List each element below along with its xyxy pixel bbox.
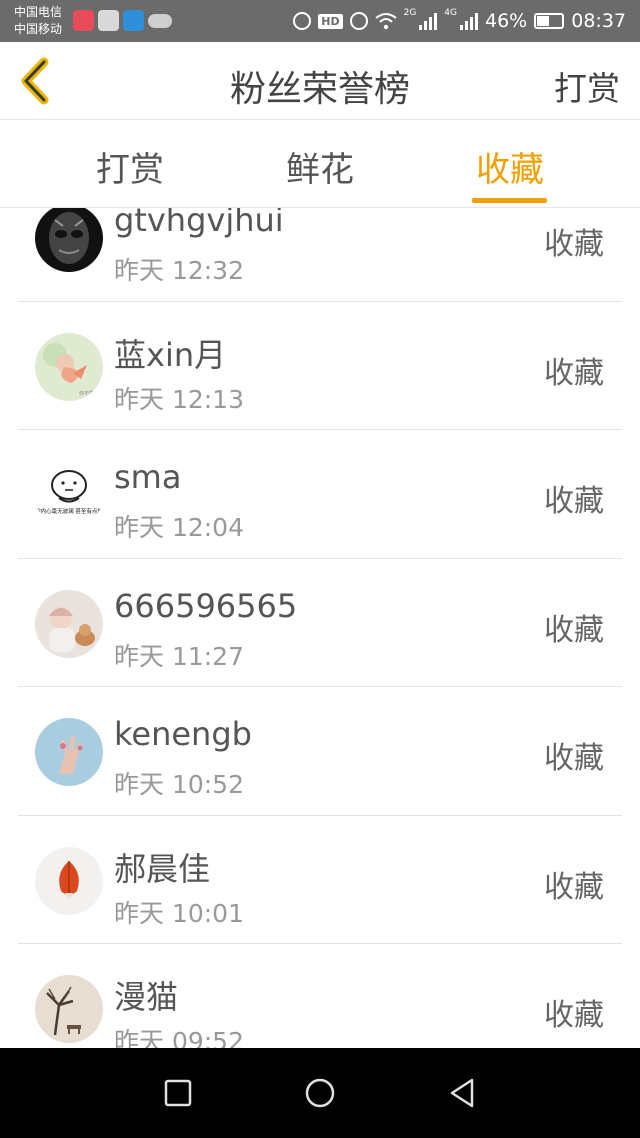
battery-percent: 46% <box>485 10 528 32</box>
tab-favorites[interactable]: 收藏 <box>445 142 575 191</box>
tab-bar: 打赏 鲜花 收藏 <box>0 120 640 208</box>
system-nav-bar <box>0 1048 640 1138</box>
battery-icon <box>534 13 565 29</box>
user-name: sma <box>114 458 182 496</box>
list-item[interactable]: kenengb 昨天 10:52 收藏 <box>18 687 622 816</box>
timestamp: 昨天 12:32 <box>114 256 244 285</box>
list-item[interactable]: 我的内心毫无波澜 甚至有点想笑 sma 昨天 12:04 收藏 <box>18 430 622 559</box>
signal-icon <box>460 12 478 30</box>
recent-apps-button[interactable] <box>160 1075 196 1111</box>
notification-icons <box>73 10 172 31</box>
user-name: 蓝xin月 <box>114 335 227 374</box>
list-item[interactable]: 漫猫 昨天 09:52 收藏 <box>18 944 622 1048</box>
home-button[interactable] <box>302 1075 338 1111</box>
timestamp: 昨天 11:27 <box>114 641 244 671</box>
tab-flowers[interactable]: 鲜花 <box>255 142 385 191</box>
user-name: kenengb <box>114 715 252 753</box>
network-4g-label: 4G <box>444 8 457 18</box>
list-item[interactable]: gtvhgvjhui 昨天 12:32 收藏 <box>18 208 622 302</box>
app-notification-icon <box>123 10 144 31</box>
eye-icon <box>349 12 368 30</box>
avatar <box>35 846 103 915</box>
action-label: 收藏 <box>544 355 604 391</box>
carrier-1: 中国电信 <box>14 5 63 19</box>
avatar <box>35 718 103 786</box>
status-bar: 中国电信 中国移动 HD 2G 4G 46% 08:37 <box>0 0 640 42</box>
avatar-text: 你不懂美 <box>79 390 99 397</box>
avatar-text: 我的内心毫无波澜 甚至有点想笑 <box>35 507 103 515</box>
page-title: 粉丝荣誉榜 <box>229 69 410 110</box>
avatar <box>35 589 103 658</box>
avatar: 你不懂美 <box>35 332 103 401</box>
clock: 08:37 <box>571 10 626 32</box>
timestamp: 昨天 10:01 <box>114 898 244 928</box>
action-label: 收藏 <box>544 612 604 648</box>
list-item[interactable]: 你不懂美 蓝xin月 昨天 12:13 收藏 <box>18 302 622 430</box>
app-notification-icon <box>73 10 94 31</box>
fan-list[interactable]: gtvhgvjhui 昨天 12:32 收藏 你不懂美 蓝xin月 昨天 12:… <box>0 208 640 1048</box>
action-label: 收藏 <box>544 869 604 905</box>
list-item[interactable]: 郝晨佳 昨天 10:01 收藏 <box>18 816 622 944</box>
system-status: HD 2G 4G 46% 08:37 <box>293 8 626 34</box>
active-tab-indicator <box>472 198 547 203</box>
cloud-icon <box>148 14 172 28</box>
tab-reward[interactable]: 打赏 <box>65 142 195 191</box>
action-label: 收藏 <box>544 741 604 776</box>
alarm-icon <box>293 12 312 30</box>
signal-icon <box>419 12 438 30</box>
user-name: 漫猫 <box>114 978 179 1016</box>
app-header: 粉丝荣誉榜 打赏 <box>0 42 640 120</box>
timestamp: 昨天 09:52 <box>114 1027 244 1048</box>
square-icon <box>164 1079 192 1107</box>
app-notification-icon <box>98 10 119 31</box>
user-name: 666596565 <box>114 586 298 625</box>
carrier-info: 中国电信 中国移动 <box>14 4 62 38</box>
circle-icon <box>305 1078 335 1108</box>
wifi-icon <box>374 13 397 30</box>
avatar <box>35 975 103 1043</box>
triangle-back-icon <box>450 1078 474 1108</box>
user-name: 郝晨佳 <box>114 849 211 888</box>
avatar: 我的内心毫无波澜 甚至有点想笑 <box>35 461 103 529</box>
timestamp: 昨天 12:13 <box>114 384 244 414</box>
carrier-2: 中国移动 <box>14 22 63 36</box>
timestamp: 昨天 10:52 <box>114 770 244 799</box>
timestamp: 昨天 12:04 <box>114 513 244 542</box>
user-name: gtvhgvjhui <box>114 208 284 239</box>
network-2g-label: 2G <box>403 8 417 18</box>
action-label: 收藏 <box>544 484 604 519</box>
reward-button[interactable]: 打赏 <box>554 62 620 110</box>
action-label: 收藏 <box>544 998 604 1033</box>
back-nav-button[interactable] <box>444 1075 480 1111</box>
avatar <box>35 208 103 272</box>
hd-icon: HD <box>318 13 343 29</box>
action-label: 收藏 <box>544 227 604 262</box>
list-item[interactable]: 666596565 昨天 11:27 收藏 <box>18 559 622 687</box>
